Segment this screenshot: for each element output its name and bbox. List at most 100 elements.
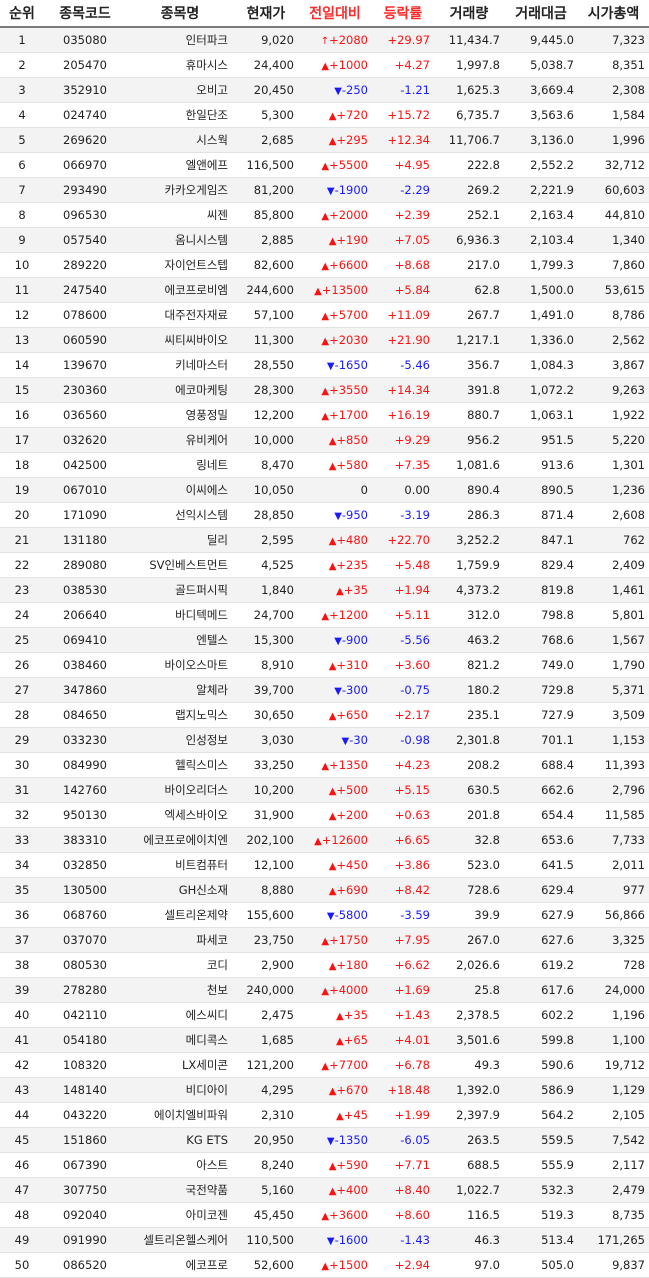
table-row[interactable]: 45 151860 KG ETS 20,950 ▼-1350 -6.05 263.5 559.… — [0, 1127, 649, 1153]
table-row[interactable]: 48 092040 아미코젠 45,450 ▲+3600 +8.60 116.5 519.3 8… — [0, 1202, 649, 1228]
table-row[interactable]: 40 042110 에스씨디 2,475 ▲+35 +1.43 2,378.5 602.2 1,… — [0, 1002, 649, 1028]
stock-name-cell[interactable]: 비디아이 — [126, 1077, 234, 1103]
stock-name-cell[interactable]: KG ETS — [126, 1127, 234, 1153]
table-row[interactable]: 12 078600 대주전자재료 57,100 ▲+5700 +11.09 267.7 1,4… — [0, 302, 649, 328]
table-row[interactable]: 2 205470 휴마시스 24,400 ▲+1000 +4.27 1,997.8 5,038… — [0, 52, 649, 78]
stock-name-cell[interactable]: 아스트 — [126, 1152, 234, 1178]
stock-name-cell[interactable]: 헬릭스미스 — [126, 752, 234, 778]
stock-name-cell[interactable]: 에코마케팅 — [126, 377, 234, 403]
table-row[interactable]: 41 054180 메디콕스 1,685 ▲+65 +4.01 3,501.6 599.8 1,… — [0, 1027, 649, 1053]
table-row[interactable]: 35 130500 GH신소재 8,880 ▲+690 +8.42 728.6 629.4 97… — [0, 877, 649, 903]
table-row[interactable]: 42 108320 LX세미콘 121,200 ▲+7700 +6.78 49.3 590.6… — [0, 1052, 649, 1078]
header-code[interactable]: 종목코드 — [44, 0, 126, 28]
stock-name-cell[interactable]: 자이언트스텝 — [126, 252, 234, 278]
table-row[interactable]: 4 024740 한일단조 5,300 ▲+720 +15.72 6,735.7 3,563.… — [0, 102, 649, 128]
table-row[interactable]: 33 383310 에코프로에이치엔 202,100 ▲+12600 +6.65 32.8 6… — [0, 827, 649, 853]
stock-name-cell[interactable]: 바이오스마트 — [126, 652, 234, 678]
stock-name-cell[interactable]: 천보 — [126, 977, 234, 1003]
table-row[interactable]: 3 352910 오비고 20,450 ▼-250 -1.21 1,625.3 3,669.4… — [0, 77, 649, 103]
header-rate[interactable]: 등락률 — [372, 0, 434, 28]
stock-name-cell[interactable]: 에코프로비엠 — [126, 277, 234, 303]
table-row[interactable]: 6 066970 엘앤에프 116,500 ▲+5500 +4.95 222.8 2,552.… — [0, 152, 649, 178]
stock-name-cell[interactable]: 인터파크 — [126, 27, 234, 53]
table-row[interactable]: 49 091990 셀트리온헬스케어 110,500 ▼-1600 -1.43 46.3 51… — [0, 1227, 649, 1253]
table-row[interactable]: 47 307750 국전약품 5,160 ▲+400 +8.40 1,022.7 532.3 2… — [0, 1177, 649, 1203]
stock-name-cell[interactable]: GH신소재 — [126, 877, 234, 903]
table-row[interactable]: 22 289080 SV인베스트먼트 4,525 ▲+235 +5.48 1,759.9 82… — [0, 552, 649, 578]
table-row[interactable]: 15 230360 에코마케팅 28,300 ▲+3550 +14.34 391.8 1,07… — [0, 377, 649, 403]
table-row[interactable]: 16 036560 영풍정밀 12,200 ▲+1700 +16.19 880.7 1,063… — [0, 402, 649, 428]
table-row[interactable]: 23 038530 골드퍼시픽 1,840 ▲+35 +1.94 4,373.2 819.8 1… — [0, 577, 649, 603]
stock-name-cell[interactable]: 아미코젠 — [126, 1202, 234, 1228]
stock-name-cell[interactable]: 셀트리온헬스케어 — [126, 1227, 234, 1253]
stock-name-cell[interactable]: 한일단조 — [126, 102, 234, 128]
header-price[interactable]: 현재가 — [234, 0, 298, 28]
stock-name-cell[interactable]: 오비고 — [126, 77, 234, 103]
table-row[interactable]: 30 084990 헬릭스미스 33,250 ▲+1350 +4.23 208.2 688.4… — [0, 752, 649, 778]
table-row[interactable]: 29 033230 인성정보 3,030 ▼-30 -0.98 2,301.8 701.1 1,… — [0, 727, 649, 753]
stock-name-cell[interactable]: 엘앤에프 — [126, 152, 234, 178]
stock-name-cell[interactable]: 비트컴퓨터 — [126, 852, 234, 878]
stock-name-cell[interactable]: 셀트리온제약 — [126, 902, 234, 928]
header-name[interactable]: 종목명 — [126, 0, 234, 28]
table-row[interactable]: 9 057540 옴니시스템 2,885 ▲+190 +7.05 6,936.3 2,103.… — [0, 227, 649, 253]
table-row[interactable]: 37 037070 파세코 23,750 ▲+1750 +7.95 267.0 627.6 3,… — [0, 927, 649, 953]
table-row[interactable]: 20 171090 선익시스템 28,850 ▼-950 -3.19 286.3 871.4 2… — [0, 502, 649, 528]
table-row[interactable]: 26 038460 바이오스마트 8,910 ▲+310 +3.60 821.2 749.0 1… — [0, 652, 649, 678]
stock-name-cell[interactable]: 링네트 — [126, 452, 234, 478]
table-row[interactable]: 8 096530 씨젠 85,800 ▲+2000 +2.39 252.1 2,163.4 44… — [0, 202, 649, 228]
table-row[interactable]: 50 086520 에코프로 52,600 ▲+1500 +2.94 97.0 505.0 9,… — [0, 1252, 649, 1278]
table-row[interactable]: 32 950130 엑세스바이오 31,900 ▲+200 +0.63 201.8 654.4… — [0, 802, 649, 828]
table-row[interactable]: 36 068760 셀트리온제약 155,600 ▼-5800 -3.59 39.9 627.… — [0, 902, 649, 928]
table-row[interactable]: 5 269620 시스웍 2,685 ▲+295 +12.34 11,706.7 3,136.… — [0, 127, 649, 153]
table-row[interactable]: 31 142760 바이오리더스 10,200 ▲+500 +5.15 630.5 662.6… — [0, 777, 649, 803]
table-row[interactable]: 11 247540 에코프로비엠 244,600 ▲+13500 +5.84 62.8 1,5… — [0, 277, 649, 303]
table-row[interactable]: 38 080530 코디 2,900 ▲+180 +6.62 2,026.6 619.2 728 — [0, 952, 649, 978]
stock-name-cell[interactable]: 유비케어 — [126, 427, 234, 453]
table-row[interactable]: 18 042500 링네트 8,470 ▲+580 +7.35 1,081.6 913.6 1,… — [0, 452, 649, 478]
stock-name-cell[interactable]: 씨젠 — [126, 202, 234, 228]
stock-name-cell[interactable]: 키네마스터 — [126, 352, 234, 378]
stock-name-cell[interactable]: 바디텍메드 — [126, 602, 234, 628]
stock-name-cell[interactable]: 에이치엘비파워 — [126, 1102, 234, 1128]
stock-name-cell[interactable]: 바이오리더스 — [126, 777, 234, 803]
header-amount[interactable]: 거래대금 — [504, 0, 578, 28]
stock-name-cell[interactable]: 대주전자재료 — [126, 302, 234, 328]
table-row[interactable]: 17 032620 유비케어 10,000 ▲+850 +9.29 956.2 951.5 5,… — [0, 427, 649, 453]
stock-name-cell[interactable]: 코디 — [126, 952, 234, 978]
stock-name-cell[interactable]: 엑세스바이오 — [126, 802, 234, 828]
header-change[interactable]: 전일대비 — [298, 0, 372, 28]
stock-name-cell[interactable]: 에코프로에이치엔 — [126, 827, 234, 853]
stock-name-cell[interactable]: 씨티씨바이오 — [126, 327, 234, 353]
table-row[interactable]: 7 293490 카카오게임즈 81,200 ▼-1900 -2.29 269.2 2,221… — [0, 177, 649, 203]
table-row[interactable]: 19 067010 이씨에스 10,050 0 0.00 890.4 890.5 1,236 — [0, 477, 649, 503]
stock-name-cell[interactable]: 랩지노믹스 — [126, 702, 234, 728]
table-row[interactable]: 27 347860 알체라 39,700 ▼-300 -0.75 180.2 729.8 5,3… — [0, 677, 649, 703]
stock-name-cell[interactable]: 영풍정밀 — [126, 402, 234, 428]
stock-name-cell[interactable]: LX세미콘 — [126, 1052, 234, 1078]
stock-name-cell[interactable]: 선익시스템 — [126, 502, 234, 528]
stock-name-cell[interactable]: 에스씨디 — [126, 1002, 234, 1028]
table-row[interactable]: 1 035080 인터파크 9,020 ↑+2080 +29.97 11,434.7 9,44… — [0, 27, 649, 53]
table-row[interactable]: 13 060590 씨티씨바이오 11,300 ▲+2030 +21.90 1,217.1 1… — [0, 327, 649, 353]
stock-name-cell[interactable]: 엔텔스 — [126, 627, 234, 653]
table-row[interactable]: 21 131180 딜리 2,595 ▲+480 +22.70 3,252.2 847.1 76… — [0, 527, 649, 553]
header-market-cap[interactable]: 시가총액 — [578, 0, 649, 28]
table-row[interactable]: 46 067390 아스트 8,240 ▲+590 +7.71 688.5 555.9 2,11… — [0, 1152, 649, 1178]
stock-name-cell[interactable]: 에코프로 — [126, 1252, 234, 1278]
stock-name-cell[interactable]: 알체라 — [126, 677, 234, 703]
stock-name-cell[interactable]: SV인베스트먼트 — [126, 552, 234, 578]
stock-name-cell[interactable]: 파세코 — [126, 927, 234, 953]
table-row[interactable]: 39 278280 천보 240,000 ▲+4000 +1.69 25.8 617.6 24,… — [0, 977, 649, 1003]
stock-name-cell[interactable]: 골드퍼시픽 — [126, 577, 234, 603]
stock-name-cell[interactable]: 카카오게임즈 — [126, 177, 234, 203]
stock-name-cell[interactable]: 인성정보 — [126, 727, 234, 753]
stock-name-cell[interactable]: 옴니시스템 — [126, 227, 234, 253]
header-rank[interactable]: 순위 — [0, 0, 44, 28]
table-row[interactable]: 43 148140 비디아이 4,295 ▲+670 +18.48 1,392.0 586.9… — [0, 1077, 649, 1103]
header-volume[interactable]: 거래량 — [434, 0, 504, 28]
table-row[interactable]: 24 206640 바디텍메드 24,700 ▲+1200 +5.11 312.0 798.8… — [0, 602, 649, 628]
table-row[interactable]: 44 043220 에이치엘비파워 2,310 ▲+45 +1.99 2,397.9 564.… — [0, 1102, 649, 1128]
table-row[interactable]: 14 139670 키네마스터 28,550 ▼-1650 -5.46 356.7 1,084… — [0, 352, 649, 378]
table-row[interactable]: 10 289220 자이언트스텝 82,600 ▲+6600 +8.68 217.0 1,79… — [0, 252, 649, 278]
